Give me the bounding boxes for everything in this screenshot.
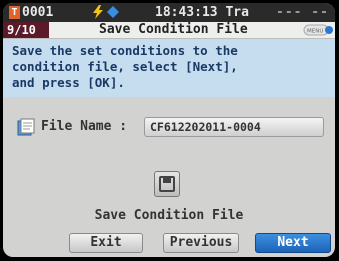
previous-button[interactable]: Previous xyxy=(163,233,239,253)
page-indicator: 9/10 xyxy=(3,22,49,38)
instruction-text: Save the set conditions to the condition… xyxy=(3,39,335,97)
instruction-line: condition file, select [Next], xyxy=(12,59,238,74)
floppy-disk-icon xyxy=(159,176,175,192)
title-bar: 9/10 Save Condition File MENU xyxy=(3,22,335,39)
menu-icon-label: MENU xyxy=(307,29,323,35)
save-icon[interactable] xyxy=(154,171,180,197)
power-icon xyxy=(93,5,103,19)
menu-icon[interactable]: MENU xyxy=(303,23,333,37)
status-bar: T 0001 18:43:13 Tra --- --- xyxy=(3,3,335,39)
file-name-label: File Name : xyxy=(41,119,135,134)
file-icon xyxy=(17,118,35,136)
next-button[interactable]: Next xyxy=(255,233,331,253)
slot-number: 0001 xyxy=(22,5,54,20)
instruction-line: and press [OK]. xyxy=(12,75,125,90)
device-screen: T 0001 18:43:13 Tra --- --- 9/10 Save Co… xyxy=(3,3,335,257)
battery-icon xyxy=(107,6,119,18)
instruction-line: Save the set conditions to the xyxy=(12,43,238,58)
exit-button[interactable]: Exit xyxy=(69,233,143,253)
clock-readout: 18:43:13 Tra xyxy=(155,5,249,20)
target-icon: T xyxy=(9,6,20,19)
save-caption: Save Condition File xyxy=(94,208,244,223)
page-title: Save Condition File xyxy=(99,22,248,37)
file-name-field[interactable]: CF612202011-0004 xyxy=(144,117,324,137)
